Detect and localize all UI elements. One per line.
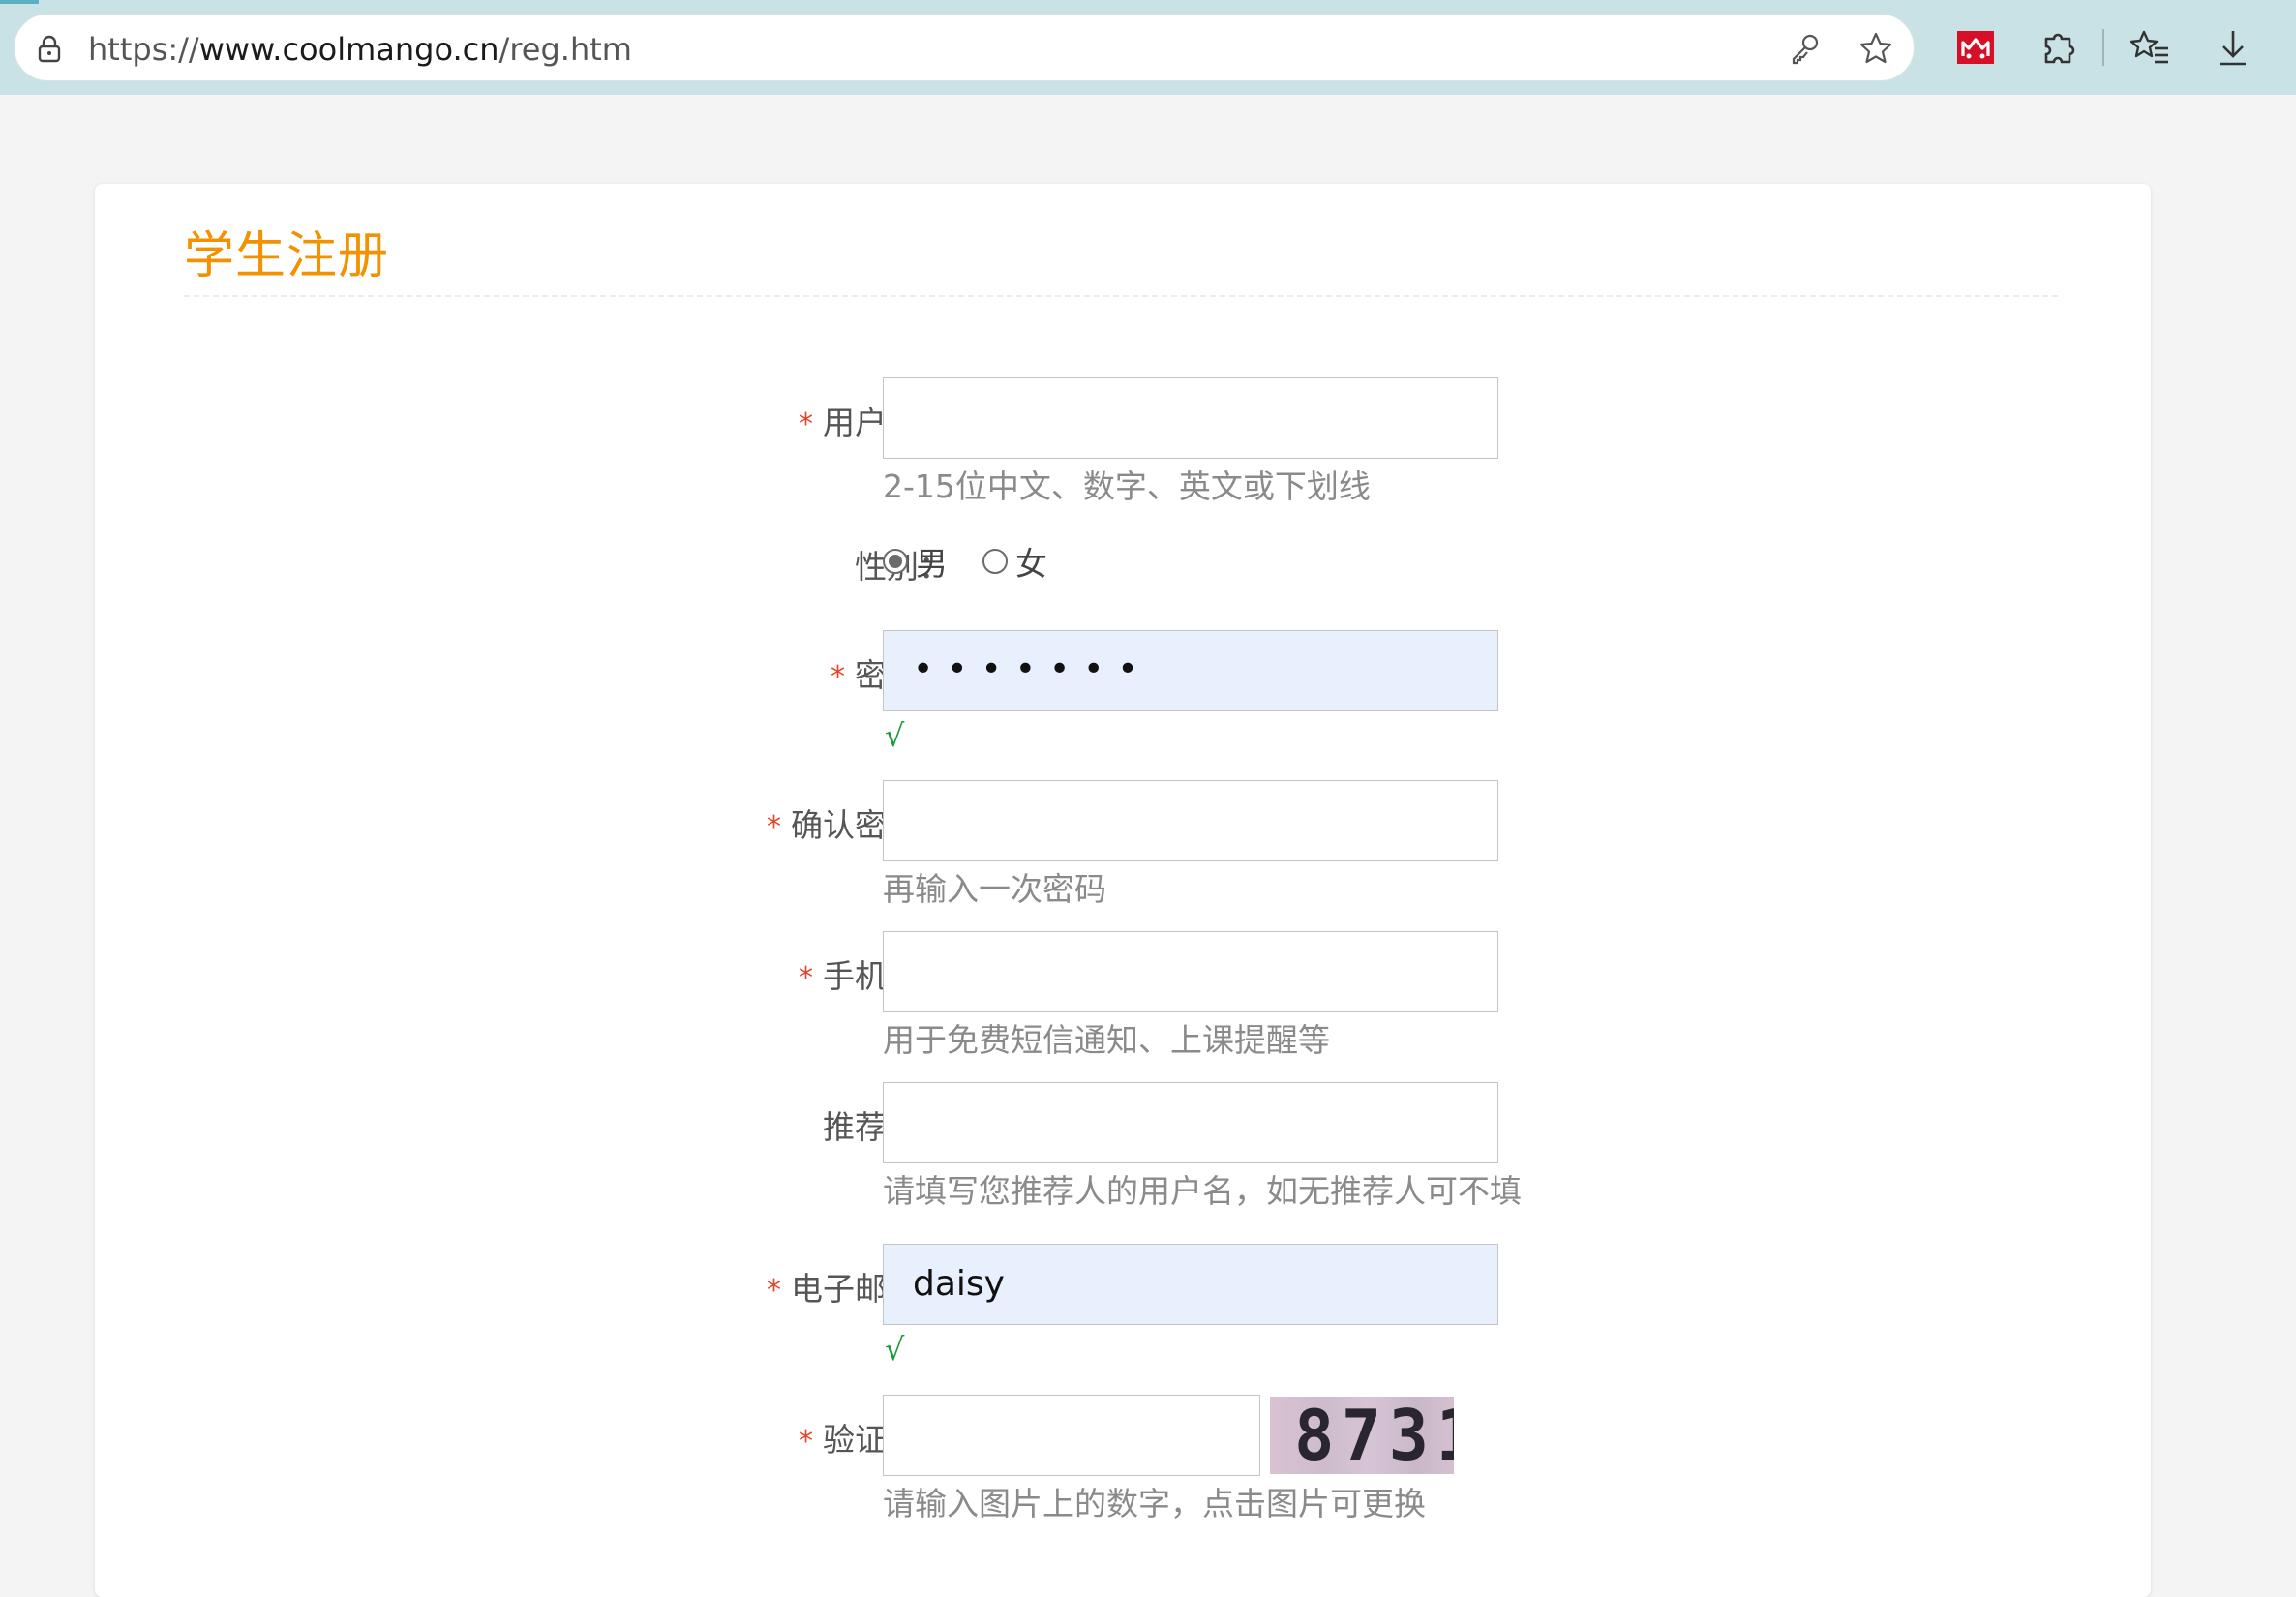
confirm-password-input[interactable] [883, 780, 1498, 861]
download-icon[interactable] [2213, 27, 2253, 68]
gender-male-label[interactable]: 男 [916, 538, 948, 585]
required-mark: * [799, 1425, 813, 1459]
required-mark: * [767, 810, 781, 844]
password-ok-check: √ [885, 717, 905, 754]
gender-male-radio[interactable] [883, 549, 908, 574]
address-bar[interactable]: https://www.coolmango.cn/reg.htm [14, 14, 1915, 81]
email-input[interactable]: daisy [883, 1244, 1498, 1325]
lock-icon[interactable] [34, 34, 65, 65]
required-mark: * [831, 660, 845, 694]
phone-input[interactable] [883, 931, 1498, 1012]
url-text[interactable]: https://www.coolmango.cn/reg.htm [88, 31, 632, 68]
referral-input[interactable] [883, 1082, 1498, 1163]
page-title: 学生注册 [184, 227, 390, 286]
captcha-input[interactable] [883, 1395, 1260, 1476]
gender-female-radio[interactable] [982, 549, 1008, 574]
browser-toolbar: https://www.coolmango.cn/reg.htm [0, 0, 2296, 95]
key-icon[interactable] [1786, 30, 1823, 67]
email-ok-check: √ [885, 1331, 905, 1368]
url-domain: www.coolmango.cn [198, 31, 499, 68]
required-mark: * [767, 1274, 781, 1308]
url-scheme: https:// [88, 31, 199, 68]
captcha-hint: 请输入图片上的数字，点击图片可更换 [883, 1485, 1426, 1522]
confirm-password-hint: 再输入一次密码 [883, 870, 1106, 908]
gender-options: 男 女 [883, 537, 1082, 586]
gender-female-label[interactable]: 女 [1015, 538, 1047, 585]
title-divider [184, 295, 2058, 297]
captcha-text: 8731 [1294, 1397, 1454, 1474]
favorite-star-icon[interactable] [1858, 30, 1894, 67]
favorites-list-icon[interactable] [2130, 27, 2170, 68]
tab-accent [0, 0, 39, 4]
username-input[interactable] [883, 377, 1498, 459]
toolbar-separator [2102, 29, 2104, 66]
registration-card: 学生注册 *用户名： 2-15位中文、数字、英文或下划线 性别： 男 女 *密码… [95, 184, 2151, 1597]
captcha-image[interactable]: 8731 [1270, 1397, 1454, 1474]
url-path: /reg.htm [498, 31, 632, 68]
phone-hint: 用于免费短信通知、上课提醒等 [883, 1021, 1330, 1059]
referral-hint: 请填写您推荐人的用户名，如无推荐人可不填 [883, 1172, 1522, 1210]
extensions-puzzle-icon[interactable] [2039, 27, 2079, 68]
password-input[interactable]: ••••••• [883, 630, 1498, 711]
required-mark: * [799, 961, 813, 995]
username-hint: 2-15位中文、数字、英文或下划线 [883, 467, 1371, 505]
extension-red-icon[interactable] [1955, 27, 1996, 68]
required-mark: * [799, 407, 813, 441]
